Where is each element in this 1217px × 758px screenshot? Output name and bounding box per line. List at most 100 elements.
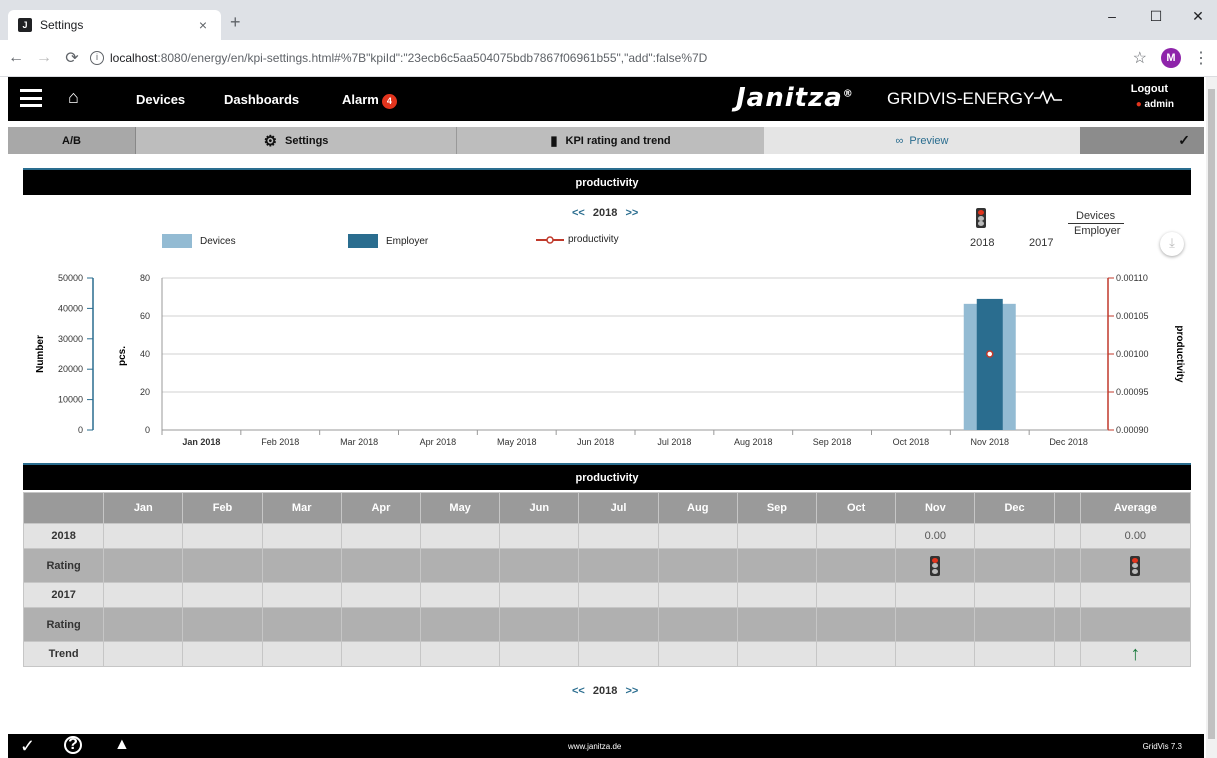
legend-productivity-label: productivity — [568, 234, 619, 245]
user-icon: ● — [1135, 99, 1142, 110]
chart-next-year[interactable]: >> — [625, 207, 638, 219]
download-icon: ⤓ — [1169, 235, 1175, 250]
table-cell — [499, 607, 580, 642]
table-row: 2018 0.00 0.00 — [22, 523, 1192, 549]
table-cell: 0.00 — [895, 523, 976, 549]
trend-up-arrow-icon: ↑ — [1130, 642, 1141, 665]
brand-subtitle: GRIDVIS-ENERGY — [887, 89, 1063, 109]
browser-menu-icon[interactable]: ⋮ — [1193, 48, 1209, 68]
scrollbar-thumb[interactable] — [1208, 89, 1215, 739]
row-label: 2017 — [22, 582, 105, 608]
table-cell — [657, 607, 738, 642]
scrollbar[interactable] — [1206, 77, 1217, 758]
nav-devices[interactable]: Devices — [136, 92, 185, 107]
logout-link[interactable]: Logout — [1131, 83, 1168, 95]
legend-productivity[interactable]: productivity — [536, 234, 619, 245]
x-tick-label: Oct 2018 — [893, 437, 930, 447]
formula-legend: Devices Employer — [1068, 210, 1125, 237]
table-row: 2017 — [22, 582, 1192, 608]
month-header: Dec — [974, 492, 1055, 524]
checkmark-footer-icon[interactable]: ✓ — [20, 736, 35, 757]
profile-avatar[interactable]: M — [1161, 48, 1181, 68]
header-spacer — [1053, 492, 1081, 524]
info-icon[interactable]: i — [90, 51, 104, 65]
table-cell — [657, 641, 738, 667]
maximize-icon[interactable]: ☐ — [1136, 8, 1176, 25]
table-cell — [816, 523, 897, 549]
reload-icon[interactable]: ⟳ — [60, 48, 84, 68]
table-cell — [736, 607, 818, 642]
productivity-tick-label: 0.00105 — [1116, 311, 1149, 321]
table-cell — [499, 582, 580, 608]
address-bar: ← → ⟳ i localhost:8080/energy/en/kpi-set… — [0, 40, 1217, 77]
back-icon[interactable]: ← — [4, 49, 28, 67]
table-cell: ↑ — [1079, 641, 1192, 667]
legend-employer[interactable]: Employer — [348, 234, 428, 248]
tab-kpi-label: KPI rating and trend — [565, 134, 671, 147]
forward-icon[interactable]: → — [32, 49, 56, 67]
table-cell — [182, 641, 263, 667]
pcs-tick-label: 0 — [145, 425, 150, 435]
pcs-tick-label: 20 — [140, 387, 150, 397]
legend-devices[interactable]: Devices — [162, 234, 236, 248]
close-tab-icon[interactable]: × — [195, 17, 211, 33]
table-cell — [182, 548, 263, 583]
productivity-chart: 0 20 40 60 80 pcs. 0 10000 20000 30000 40000 50000 N… — [35, 273, 1185, 447]
month-header: Sep — [736, 492, 818, 524]
nav-dashboards[interactable]: Dashboards — [224, 92, 299, 107]
table-cell — [816, 548, 897, 583]
url-field[interactable]: i localhost:8080/energy/en/kpi-settings.… — [90, 44, 1123, 72]
formula-denominator: Employer — [1074, 225, 1121, 237]
help-icon[interactable]: ? — [64, 736, 82, 754]
tab-title: Settings — [40, 18, 84, 32]
month-header: Feb — [182, 492, 263, 524]
row-label: Rating — [22, 607, 105, 642]
graduation-cap-icon[interactable]: ▲ — [114, 736, 130, 754]
row-label: Trend — [22, 641, 105, 667]
tab-ab[interactable]: A/B — [8, 127, 136, 154]
tab-preview-label: Preview — [909, 134, 949, 147]
download-button[interactable]: ⤓ — [1160, 232, 1184, 256]
number-tick-label: 50000 — [58, 273, 83, 283]
glasses-icon: ∞ — [895, 134, 904, 147]
minimize-icon[interactable]: – — [1092, 8, 1132, 24]
footer-version: GridVis 7.3 — [1142, 742, 1182, 751]
table-next-year[interactable]: >> — [625, 685, 638, 697]
table-cell — [1053, 523, 1081, 549]
table-cell — [657, 548, 738, 583]
confirm-button[interactable]: ✓ — [1080, 127, 1204, 154]
table-cell — [816, 582, 897, 608]
brand-logo: Janitza® — [736, 83, 854, 113]
bookmark-star-icon[interactable]: ☆ — [1133, 48, 1147, 68]
browser-tab[interactable]: J Settings × — [8, 10, 221, 40]
alarm-count-badge: 4 — [381, 94, 397, 109]
number-tick-label: 0 — [78, 425, 83, 435]
month-header: Mar — [261, 492, 342, 524]
productivity-axis-label: productivity — [1174, 325, 1185, 383]
tab-settings[interactable]: ⚙ Settings — [136, 127, 456, 154]
nav-alarm[interactable]: Alarm 4 — [342, 92, 397, 109]
table-cell — [340, 641, 422, 667]
table-cell — [1079, 548, 1192, 583]
tab-preview[interactable]: ∞ Preview — [764, 127, 1080, 154]
tab-kpi[interactable]: ▮ KPI rating and trend — [456, 127, 764, 154]
table-cell — [736, 582, 818, 608]
x-tick-label: Sep 2018 — [813, 437, 852, 447]
table-cell — [499, 641, 580, 667]
table-prev-year[interactable]: << — [572, 685, 585, 697]
checkmark-icon: ✓ — [1178, 132, 1190, 148]
footer-site[interactable]: www.janitza.de — [568, 742, 621, 751]
table-cell — [420, 641, 501, 667]
hamburger-menu-icon[interactable] — [20, 89, 42, 107]
table-cell: 0.00 — [1079, 523, 1192, 549]
table-cell — [420, 607, 501, 642]
chart-prev-year[interactable]: << — [572, 207, 585, 219]
new-tab-button[interactable]: + — [230, 12, 241, 33]
table-cell — [736, 523, 818, 549]
window-close-icon[interactable]: ✕ — [1178, 8, 1217, 25]
home-icon[interactable]: ⌂ — [68, 87, 79, 108]
header-corner — [22, 492, 105, 524]
app-footer: ✓ ? ▲ www.janitza.de GridVis 7.3 — [8, 734, 1204, 758]
user-name: admin — [1144, 99, 1174, 110]
x-tick-label: Mar 2018 — [340, 437, 378, 447]
